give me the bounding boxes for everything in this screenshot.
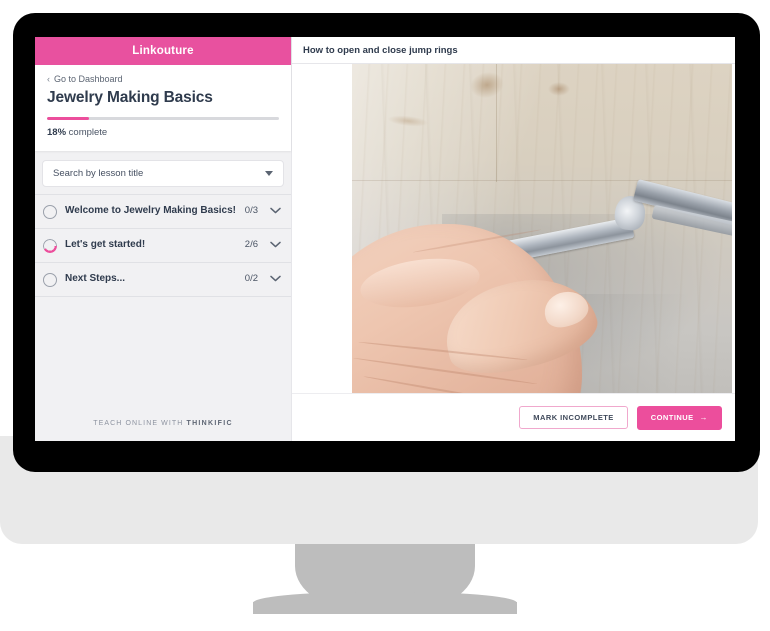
- continue-button-label: CONTINUE: [650, 412, 694, 422]
- lesson-list-item[interactable]: Let's get started! 2/6: [35, 229, 291, 264]
- go-to-dashboard-label: Go to Dashboard: [54, 74, 123, 84]
- arrow-right-icon: →: [699, 412, 708, 422]
- status-circle-in-progress-icon: [43, 239, 57, 254]
- chevron-down-icon[interactable]: [270, 241, 281, 248]
- powered-by-brand: THINKIFIC: [186, 420, 233, 427]
- chevron-down-icon[interactable]: [270, 207, 281, 214]
- progress-percent: 18%: [47, 127, 67, 139]
- lesson-content-header: How to open and close jump rings: [292, 37, 735, 64]
- wood-knot: [548, 82, 570, 96]
- lesson-list-item[interactable]: Next Steps... 0/2: [35, 263, 291, 298]
- lesson-list: Welcome to Jewelry Making Basics! 0/3 Le…: [35, 194, 291, 298]
- video-player[interactable]: [352, 64, 732, 393]
- lesson-title: Let's get started!: [65, 239, 146, 251]
- progress-bar-track: [47, 117, 279, 121]
- lesson-heading: How to open and close jump rings: [303, 44, 458, 56]
- status-circle-not-started-icon: [43, 205, 57, 220]
- powered-by-prefix: TEACH ONLINE WITH: [93, 420, 187, 427]
- lesson-progress-count: 0/2: [244, 273, 258, 285]
- progress-suffix: complete: [66, 127, 108, 139]
- status-circle-not-started-icon: [43, 273, 57, 288]
- course-meta: ‹ Go to Dashboard Jewelry Making Basics …: [35, 65, 291, 151]
- powered-by-label: TEACH ONLINE WITH THINKIFIC: [35, 420, 291, 427]
- course-summary-card: Linkouture ‹ Go to Dashboard Jewelry Mak…: [35, 37, 291, 152]
- progress-label: 18% complete: [47, 127, 279, 138]
- lesson-progress-count: 2/6: [244, 239, 258, 251]
- lesson-content-panel: How to open and close jump rings MARK IN…: [291, 37, 735, 441]
- lesson-title: Next Steps...: [65, 273, 126, 285]
- continue-button[interactable]: CONTINUE →: [636, 405, 722, 430]
- lesson-progress-count: 0/3: [244, 205, 258, 217]
- wood-seam: [352, 180, 732, 181]
- brand-name: Linkouture: [132, 45, 194, 57]
- chevron-left-icon: ‹: [47, 73, 50, 84]
- chevron-down-icon[interactable]: [270, 275, 281, 282]
- lesson-action-bar: MARK INCOMPLETE CONTINUE →: [292, 393, 735, 441]
- lesson-media-area: [292, 64, 735, 393]
- imac-style-monitor-mockup: Linkouture ‹ Go to Dashboard Jewelry Mak…: [0, 0, 770, 631]
- lesson-search-placeholder: Search by lesson title: [53, 168, 144, 180]
- mark-incomplete-button[interactable]: MARK INCOMPLETE: [519, 405, 628, 430]
- progress-bar-fill: [47, 117, 89, 121]
- go-to-dashboard-link[interactable]: ‹ Go to Dashboard: [47, 74, 279, 84]
- lesson-title: Welcome to Jewelry Making Basics!: [65, 205, 236, 217]
- caret-down-icon: [265, 171, 273, 177]
- lesson-search-dropdown[interactable]: Search by lesson title: [42, 160, 284, 188]
- wood-seam: [496, 64, 497, 182]
- screen-viewport: Linkouture ‹ Go to Dashboard Jewelry Mak…: [35, 37, 735, 441]
- sidebar-footer: TEACH ONLINE WITH THINKIFIC: [35, 420, 291, 441]
- lesson-list-item[interactable]: Welcome to Jewelry Making Basics! 0/3: [35, 194, 291, 230]
- course-sidebar: Linkouture ‹ Go to Dashboard Jewelry Mak…: [35, 37, 291, 441]
- monitor-stand-foot: [253, 592, 517, 614]
- course-title: Jewelry Making Basics: [47, 89, 213, 106]
- brand-header-bar: Linkouture: [35, 37, 291, 65]
